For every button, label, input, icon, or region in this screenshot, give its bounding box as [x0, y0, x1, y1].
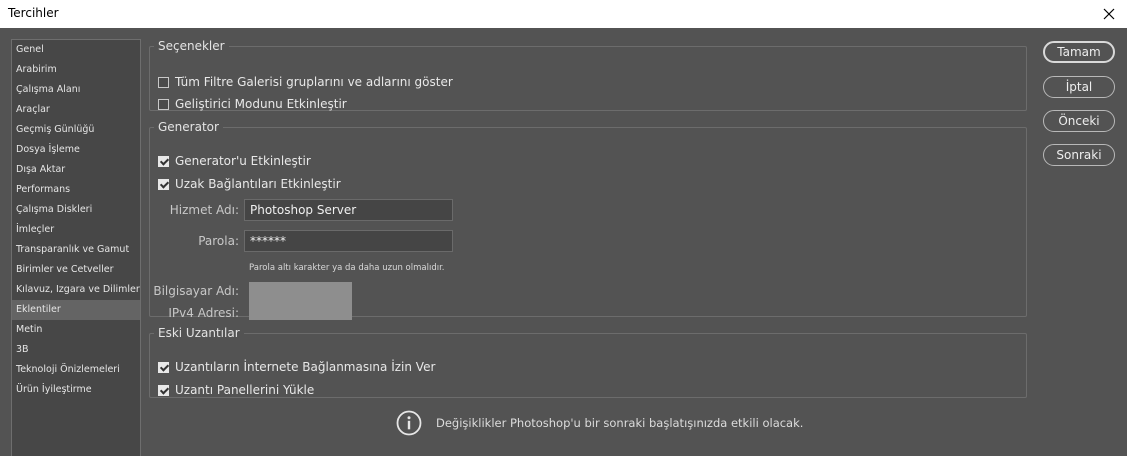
password-hint: Parola altı karakter ya da daha uzun olm… [249, 263, 445, 273]
enable-generator-label: Generator'u Etkinleştir [175, 154, 311, 168]
show-filter-gallery-checkbox[interactable] [158, 76, 169, 88]
load-panels-option[interactable]: Uzantı Panellerini Yükle [158, 383, 314, 397]
allow-internet-option[interactable]: Uzantıların İnternete Bağlanmasına İzin … [158, 360, 435, 374]
sidebar-item[interactable]: 3B [12, 340, 140, 360]
load-panels-checkbox[interactable] [158, 384, 169, 396]
allow-internet-label: Uzantıların İnternete Bağlanmasına İzin … [175, 360, 436, 374]
developer-mode-option[interactable]: Geliştirici Modunu Etkinleştir [158, 97, 347, 111]
legacy-extensions-group: Eski Uzantılar Uzantıların İnternete Bağ… [149, 326, 1027, 398]
sidebar-item[interactable]: Dışa Aktar [12, 160, 140, 180]
password-input[interactable]: ****** [244, 230, 453, 252]
title-bar: Tercihler [0, 0, 1127, 28]
sidebar-item[interactable]: Arabirim [12, 60, 140, 80]
enable-generator-checkbox[interactable] [158, 155, 169, 167]
computer-address-box [249, 282, 352, 320]
sidebar-item[interactable]: Araçlar [12, 100, 140, 120]
sidebar-item[interactable]: Çalışma Alanı [12, 80, 140, 100]
sidebar-item[interactable]: Çalışma Diskleri [12, 200, 140, 220]
sidebar-item[interactable]: Kılavuz, Izgara ve Dilimler [12, 280, 140, 300]
show-filter-gallery-label: Tüm Filtre Galerisi gruplarını ve adları… [175, 75, 453, 89]
sidebar-item[interactable]: Transparanlık ve Gamut [12, 240, 140, 260]
previous-button[interactable]: Önceki [1043, 110, 1115, 132]
ok-button[interactable]: Tamam [1043, 41, 1115, 63]
sidebar-item[interactable]: Genel [12, 40, 140, 60]
service-name-input[interactable]: Photoshop Server [244, 199, 453, 221]
computer-name-label: Bilgisayar Adı: [153, 284, 239, 298]
info-icon [396, 410, 422, 436]
sidebar-item[interactable]: Dosya İşleme [12, 140, 140, 160]
sidebar-item[interactable]: Birimler ve Cetveller [12, 260, 140, 280]
legacy-extensions-legend: Eski Uzantılar [158, 326, 240, 340]
options-group: Seçenekler Tüm Filtre Galerisi grupların… [149, 39, 1027, 111]
sidebar-item[interactable]: Performans [12, 180, 140, 200]
cancel-button[interactable]: İptal [1043, 76, 1115, 98]
sidebar-item[interactable]: İmleçler [12, 220, 140, 240]
close-icon[interactable] [1097, 2, 1121, 26]
restart-message: Değişiklikler Photoshop'u bir sonraki ba… [436, 416, 804, 430]
password-label: Parola: [198, 234, 239, 248]
sidebar-item[interactable]: Geçmiş Günlüğü [12, 120, 140, 140]
allow-internet-checkbox[interactable] [158, 361, 169, 373]
enable-remote-label: Uzak Bağlantıları Etkinleştir [175, 177, 341, 191]
developer-mode-checkbox[interactable] [158, 98, 169, 110]
options-legend: Seçenekler [158, 39, 225, 53]
sidebar-item[interactable]: Eklentiler [12, 300, 140, 320]
enable-generator-option[interactable]: Generator'u Etkinleştir [158, 154, 311, 168]
enable-remote-option[interactable]: Uzak Bağlantıları Etkinleştir [158, 177, 341, 191]
enable-remote-checkbox[interactable] [158, 178, 169, 190]
developer-mode-label: Geliştirici Modunu Etkinleştir [175, 97, 347, 111]
window-title: Tercihler [8, 6, 59, 20]
service-name-label: Hizmet Adı: [169, 203, 239, 217]
sidebar-item[interactable]: Ürün İyileştirme [12, 380, 140, 400]
show-filter-gallery-option[interactable]: Tüm Filtre Galerisi gruplarını ve adları… [158, 75, 453, 89]
sidebar-item[interactable]: Teknoloji Önizlemeleri [12, 360, 140, 380]
sidebar-item[interactable]: Metin [12, 320, 140, 340]
next-button[interactable]: Sonraki [1043, 144, 1115, 166]
ipv4-label: IPv4 Adresi: [168, 306, 239, 320]
generator-legend: Generator [158, 120, 219, 134]
generator-group: Generator Generator'u Etkinleştir Uzak B… [149, 120, 1027, 320]
restart-notice: Değişiklikler Photoshop'u bir sonraki ba… [396, 410, 803, 436]
category-list: Genel Arabirim Çalışma Alanı Araçlar Geçmiş … [11, 39, 141, 456]
load-panels-label: Uzantı Panellerini Yükle [175, 383, 315, 397]
